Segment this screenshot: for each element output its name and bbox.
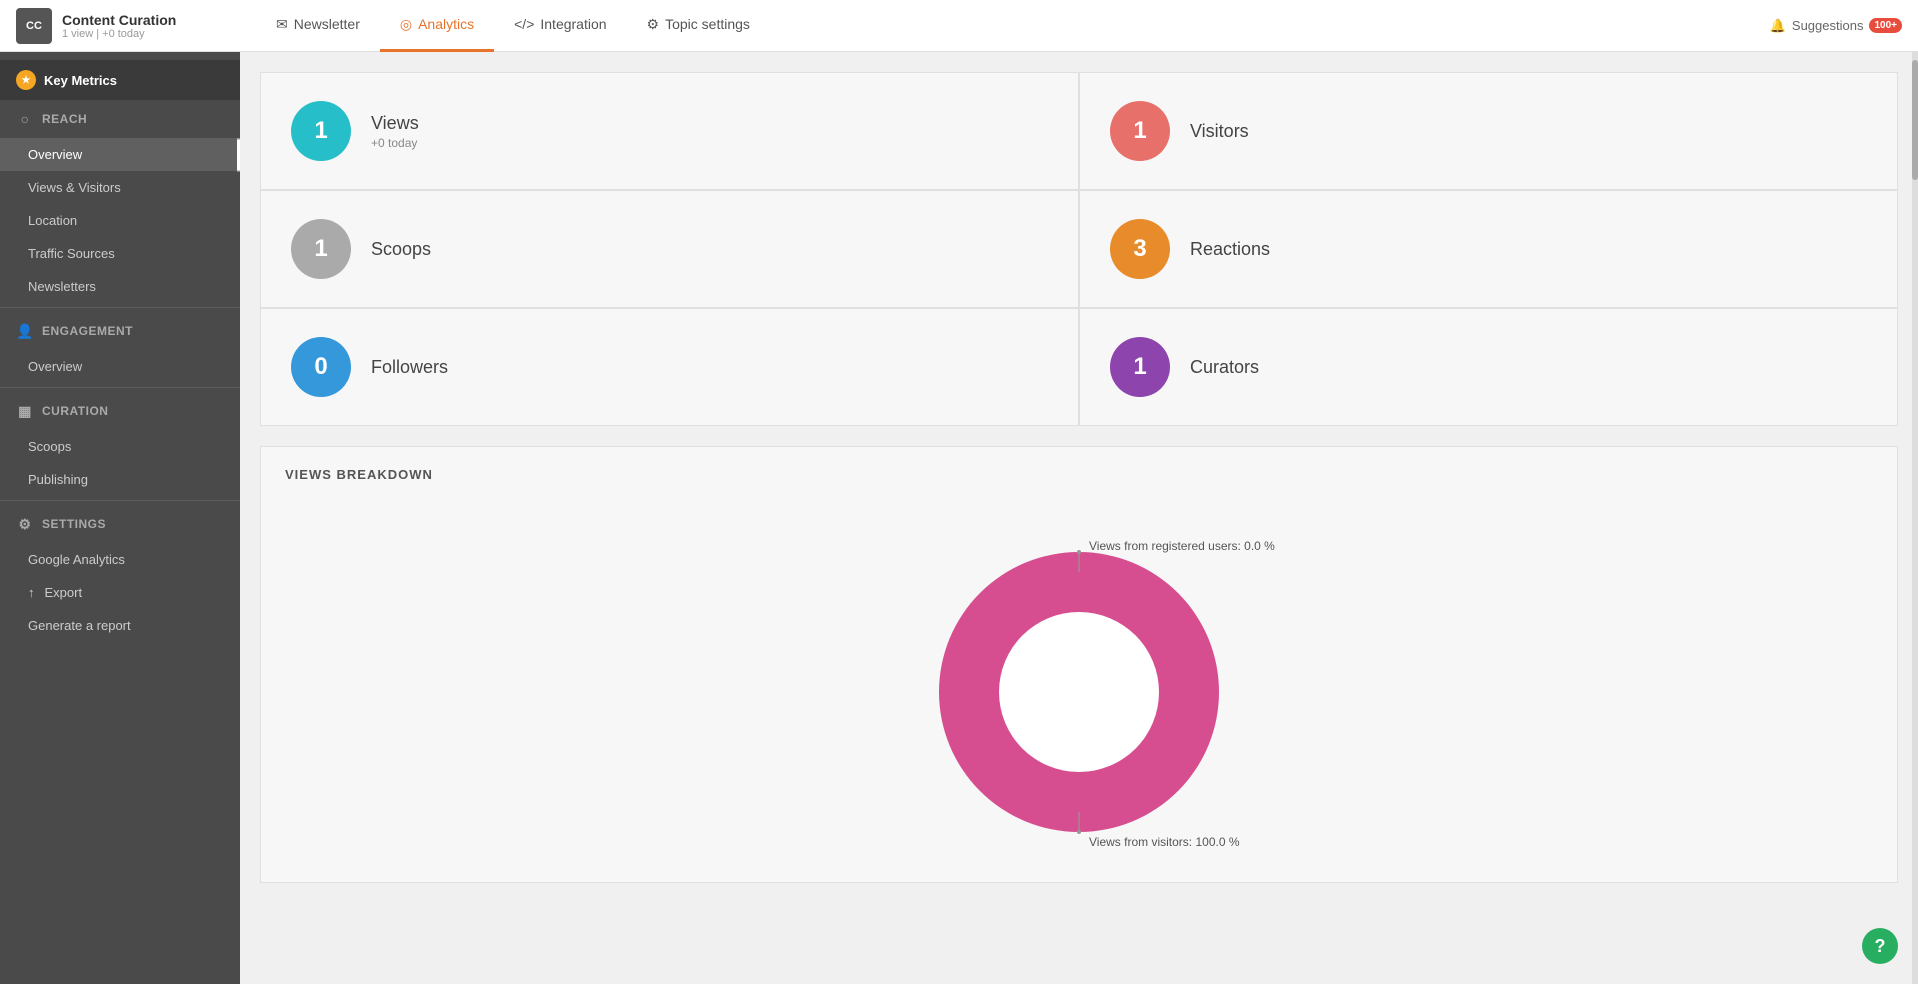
sidebar-item-traffic-sources[interactable]: Traffic Sources: [0, 237, 240, 270]
scroll-thumb[interactable]: [1912, 60, 1918, 180]
export-icon: ↑: [28, 585, 35, 600]
sidebar-item-views-visitors[interactable]: Views & Visitors: [0, 171, 240, 204]
tab-topic-settings[interactable]: ⚙ Topic settings: [627, 0, 770, 52]
newsletter-icon: ✉: [276, 16, 288, 33]
metric-card-reactions: 3 Reactions: [1080, 191, 1897, 307]
metric-circle-views: 1: [291, 101, 351, 161]
sidebar-group-reach: ○ Reach: [0, 100, 240, 138]
topbar-right: 🔔 Suggestions 100+: [1770, 18, 1902, 34]
sidebar: ★ Key Metrics ○ Reach Overview Views & V…: [0, 52, 240, 984]
metric-info-curators: Curators: [1190, 357, 1259, 378]
sidebar-item-scoops[interactable]: Scoops: [0, 430, 240, 463]
engagement-icon: 👤: [16, 322, 34, 340]
metrics-grid: 1 Views +0 today 1 Visitors 1: [260, 72, 1898, 426]
sidebar-item-google-analytics[interactable]: Google Analytics: [0, 543, 240, 576]
sidebar-item-overview-reach[interactable]: Overview: [0, 138, 240, 171]
donut-chart: Views from registered users: 0.0 % Views…: [779, 512, 1379, 852]
metric-circle-scoops: 1: [291, 219, 351, 279]
sidebar-item-publishing[interactable]: Publishing: [0, 463, 240, 496]
main-content: 1 Views +0 today 1 Visitors 1: [240, 52, 1918, 984]
chart-label-visitors: Views from visitors: 100.0 %: [1089, 835, 1240, 849]
tab-integration[interactable]: </> Integration: [494, 0, 626, 52]
sidebar-item-location[interactable]: Location: [0, 204, 240, 237]
metric-circle-followers: 0: [291, 337, 351, 397]
metric-card-visitors: 1 Visitors: [1080, 73, 1897, 189]
dot-top: [1077, 550, 1081, 554]
reach-icon: ○: [16, 110, 34, 128]
brand-text: Content Curation 1 view | +0 today: [62, 12, 176, 40]
layout: ★ Key Metrics ○ Reach Overview Views & V…: [0, 52, 1918, 984]
metric-info-views: Views +0 today: [371, 113, 419, 150]
topbar-tabs: ✉ Newsletter ◎ Analytics </> Integration…: [256, 0, 1770, 52]
brand-subtitle: 1 view | +0 today: [62, 28, 176, 40]
brand-title: Content Curation: [62, 12, 176, 28]
metric-circle-curators: 1: [1110, 337, 1170, 397]
suggestions-icon: 🔔: [1770, 18, 1786, 34]
brand: CC Content Curation 1 view | +0 today: [16, 8, 256, 44]
help-button[interactable]: ?: [1862, 928, 1898, 964]
suggestions-badge: 100+: [1869, 18, 1902, 33]
topbar: CC Content Curation 1 view | +0 today ✉ …: [0, 0, 1918, 52]
sidebar-group-settings: ⚙ Settings: [0, 505, 240, 543]
sidebar-item-generate-report[interactable]: Generate a report: [0, 609, 240, 642]
divider-3: [0, 500, 240, 501]
sidebar-group-curation: ▦ Curation: [0, 392, 240, 430]
divider-1: [0, 307, 240, 308]
metric-card-curators: 1 Curators: [1080, 309, 1897, 425]
tab-analytics[interactable]: ◎ Analytics: [380, 0, 494, 52]
metric-info-visitors: Visitors: [1190, 121, 1249, 142]
metric-card-followers: 0 Followers: [261, 309, 1078, 425]
metric-card-scoops: 1 Scoops: [261, 191, 1078, 307]
metric-info-scoops: Scoops: [371, 239, 431, 260]
breakdown-section: VIEWS BREAKDOWN Views from registered us…: [260, 446, 1898, 883]
settings-cog-icon: ⚙: [16, 515, 34, 533]
sidebar-item-newsletters[interactable]: Newsletters: [0, 270, 240, 303]
metric-circle-reactions: 3: [1110, 219, 1170, 279]
divider-2: [0, 387, 240, 388]
analytics-icon: ◎: [400, 16, 412, 33]
scrollbar[interactable]: [1912, 52, 1918, 984]
settings-icon: ⚙: [647, 16, 660, 33]
metric-info-reactions: Reactions: [1190, 239, 1270, 260]
integration-icon: </>: [514, 16, 534, 32]
sidebar-item-export[interactable]: ↑ Export: [0, 576, 240, 609]
dot-bottom: [1077, 830, 1081, 834]
brand-logo: CC: [16, 8, 52, 44]
sidebar-item-overview-engagement[interactable]: Overview: [0, 350, 240, 383]
tab-newsletter[interactable]: ✉ Newsletter: [256, 0, 380, 52]
metric-card-views: 1 Views +0 today: [261, 73, 1078, 189]
metric-info-followers: Followers: [371, 357, 448, 378]
sidebar-group-engagement: 👤 Engagement: [0, 312, 240, 350]
donut-hole: [999, 612, 1159, 772]
active-indicator: [237, 138, 240, 171]
curation-icon: ▦: [16, 402, 34, 420]
suggestions-button[interactable]: 🔔 Suggestions 100+: [1770, 18, 1902, 34]
breakdown-title: VIEWS BREAKDOWN: [285, 467, 1873, 482]
chart-label-registered: Views from registered users: 0.0 %: [1089, 539, 1275, 553]
metric-circle-visitors: 1: [1110, 101, 1170, 161]
sidebar-key-metrics[interactable]: ★ Key Metrics: [0, 60, 240, 100]
chart-container: Views from registered users: 0.0 % Views…: [285, 502, 1873, 862]
star-icon: ★: [16, 70, 36, 90]
